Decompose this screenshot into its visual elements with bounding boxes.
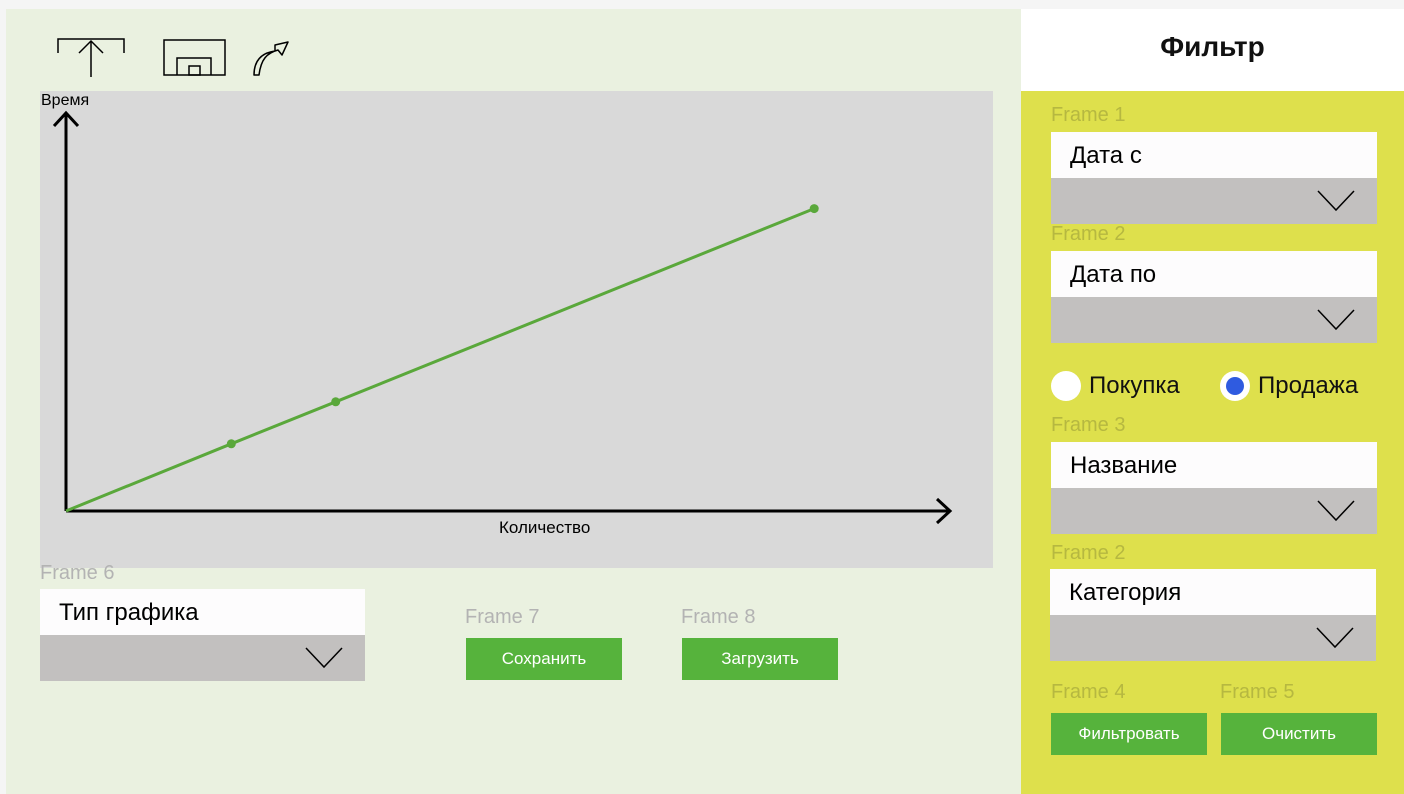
date-to-frame-label: Frame 2 [1051,223,1126,245]
data-point [809,204,819,214]
radio-sell-dot[interactable] [1220,371,1250,401]
date-from-label: Дата с [1051,132,1377,178]
chart-area: Время Количество [40,91,993,568]
clear-button[interactable]: Очистить [1221,713,1377,755]
filter-sidebar: Фильтр Frame 1 Дата с Frame 2 Дата по По… [1021,9,1404,794]
chevron-down-icon [1317,190,1355,212]
chart-type-select[interactable]: Тип графика [40,589,365,681]
name-label: Название [1051,442,1377,488]
chevron-down-icon [1317,500,1355,522]
series-line [65,207,815,513]
radio-buy-label: Покупка [1089,372,1180,399]
filter-button[interactable]: Фильтровать [1051,713,1207,755]
export-icon[interactable] [56,37,126,79]
radio-option-sell[interactable]: Продажа [1220,371,1358,401]
date-to-dropdown[interactable] [1051,297,1377,343]
save-button[interactable]: Сохранить [466,638,622,680]
save-frame-label: Frame 7 [465,606,540,628]
x-axis-label: Количество [499,518,591,537]
date-from-select[interactable]: Дата с [1051,132,1377,224]
data-point [226,439,236,449]
date-to-label: Дата по [1051,251,1377,297]
share-arrow-icon[interactable] [251,39,291,77]
load-button[interactable]: Загрузить [682,638,838,680]
chevron-down-icon [305,647,343,669]
sidebar-title: Фильтр [1021,9,1404,91]
chart-type-frame-label: Frame 6 [40,562,115,584]
chevron-down-icon [1316,627,1354,649]
name-select[interactable]: Название [1051,442,1377,534]
date-from-frame-label: Frame 1 [1051,104,1126,126]
category-frame-label: Frame 2 [1051,542,1126,564]
radio-option-buy[interactable]: Покупка [1051,371,1180,401]
load-frame-label: Frame 8 [681,606,756,628]
chart-type-dropdown[interactable] [40,635,365,681]
radio-buy-dot[interactable] [1051,371,1081,401]
chevron-down-icon [1317,309,1355,331]
clear-frame-label: Frame 5 [1220,681,1295,703]
radio-sell-label: Продажа [1258,372,1359,399]
category-select[interactable]: Категория [1050,569,1376,661]
y-axis-label: Время [41,92,90,109]
category-label: Категория [1050,569,1376,615]
category-dropdown[interactable] [1050,615,1376,661]
name-dropdown[interactable] [1051,488,1377,534]
data-point [331,397,341,407]
line-chart [52,110,953,525]
frame-window-icon[interactable] [163,39,227,77]
date-to-select[interactable]: Дата по [1051,251,1377,343]
chart-type-label: Тип графика [40,589,365,635]
filter-frame-label: Frame 4 [1051,681,1126,703]
series-layer [65,204,819,513]
name-frame-label: Frame 3 [1051,414,1126,436]
date-from-dropdown[interactable] [1051,178,1377,224]
